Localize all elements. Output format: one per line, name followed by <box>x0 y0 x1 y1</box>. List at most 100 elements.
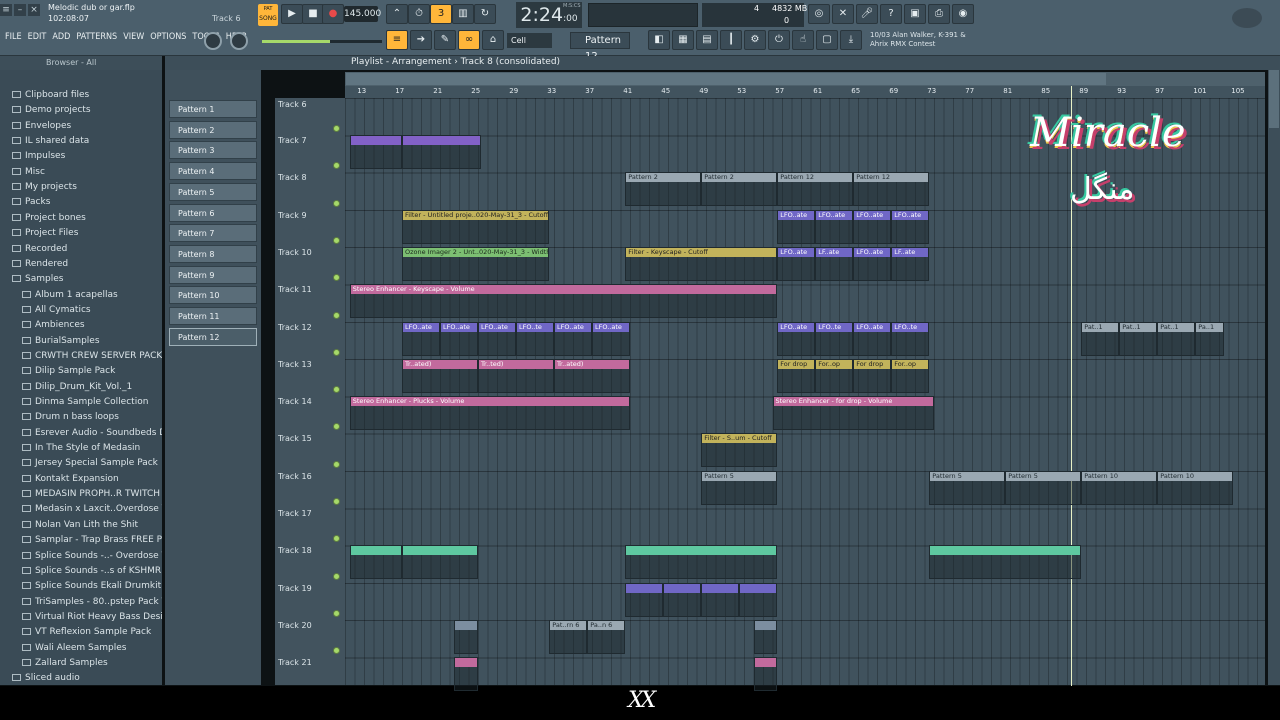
pencil-icon[interactable]: ✎ <box>434 30 456 50</box>
time-ruler[interactable]: 13 17 21 25 29 33 37 41 45 49 53 57 61 65 69 73 77 81 85 89… <box>345 86 1265 98</box>
playlist-clip[interactable]: LFO..te <box>891 321 930 356</box>
playlist-clip[interactable] <box>402 545 478 580</box>
browser-item[interactable]: My projects <box>12 180 77 195</box>
track-name[interactable]: Track 20 <box>278 621 312 630</box>
browser-item[interactable]: IL shared data <box>12 134 89 149</box>
project-icon[interactable]: ▢ <box>816 30 838 50</box>
playlist-clip[interactable]: Pa..n 6 <box>587 619 626 654</box>
playlist-icon[interactable]: ≡ <box>386 30 408 50</box>
track-mute-dot[interactable] <box>333 125 340 132</box>
pattern-item[interactable]: Pattern 9 <box>169 265 257 284</box>
browser-item[interactable]: Album 1 acapellas <box>22 288 118 303</box>
playlist-clip[interactable]: Pat..1 <box>1081 321 1120 356</box>
tempo-display[interactable]: 145.000 <box>344 6 381 22</box>
scrollbar-thumb[interactable] <box>1269 70 1279 128</box>
playlist-clip[interactable]: LFO..te <box>815 321 854 356</box>
browser-item[interactable]: Jersey Special Sample Pack <box>22 456 158 471</box>
playlist-clip[interactable] <box>625 582 664 617</box>
track-name[interactable]: Track 11 <box>278 285 312 294</box>
snap-select[interactable]: Cell <box>507 33 552 48</box>
track-mute-dot[interactable] <box>333 460 340 468</box>
mixer-icon[interactable]: ✕ <box>832 4 854 24</box>
help-icon[interactable]: ? <box>880 4 902 24</box>
overview-highlight[interactable] <box>346 73 1106 85</box>
news-panel[interactable]: 10/03 Alan Walker, K-391 & Ahrix RMX Cont… <box>870 31 978 51</box>
countdown-icon[interactable]: 3 <box>430 4 452 24</box>
playlist-clip[interactable]: For drop <box>777 358 816 393</box>
browser-item[interactable]: Virtual Riot Heavy Bass Design <box>22 610 162 625</box>
menu-edit[interactable]: EDIT <box>28 32 47 42</box>
playlist-clip[interactable]: LFO..ate <box>402 321 440 356</box>
metronome-icon[interactable]: ⌃ <box>386 4 408 24</box>
track-name[interactable]: Track 6 <box>278 100 307 109</box>
track-mute-dot[interactable] <box>333 572 340 580</box>
browser-item[interactable]: Envelopes <box>12 119 71 134</box>
playlist-clip[interactable]: Pat..1 <box>1119 321 1158 356</box>
playlist-clip[interactable] <box>929 545 1082 580</box>
mic-icon[interactable]: 🎤︎ <box>856 4 878 24</box>
browser-item[interactable]: Sliced audio <box>12 671 80 685</box>
playlist-clip[interactable]: LF..ate <box>891 246 930 281</box>
browser-item[interactable]: Zallard Samples <box>22 656 108 671</box>
piano-roll-icon[interactable]: ▤ <box>696 30 718 50</box>
browser-item[interactable]: Samples <box>12 272 63 287</box>
browser-item[interactable]: Splice Sounds -..s of KSHMR Vol.3 <box>22 564 162 579</box>
playlist-clip[interactable] <box>753 657 778 692</box>
track-mute-dot[interactable] <box>333 199 340 207</box>
loop-record-icon[interactable]: ↻ <box>474 4 496 24</box>
pattern-item[interactable]: Pattern 4 <box>169 162 257 181</box>
wait-input-icon[interactable]: ⏱ <box>408 4 430 24</box>
playlist-clip[interactable]: Tr..ted) <box>478 358 554 393</box>
browser-item[interactable]: CRWTH CREW SERVER PACK <box>22 349 162 364</box>
menu-options[interactable]: OPTIONS <box>150 32 186 42</box>
browser-item[interactable]: Misc <box>12 165 45 180</box>
browser-item[interactable]: Packs <box>12 195 50 210</box>
playlist-clip[interactable]: Stereo Enhancer - Keyscape - Volume <box>349 284 778 319</box>
track-name[interactable]: Track 21 <box>278 658 312 667</box>
track-mute-dot[interactable] <box>333 348 340 356</box>
track-name[interactable]: Track 17 <box>278 509 312 518</box>
save-icon[interactable]: ▣ <box>904 4 926 24</box>
playlist-clip[interactable]: Pattern 2 <box>625 172 702 207</box>
playlist-clip[interactable] <box>625 545 778 580</box>
playlist-clip[interactable] <box>454 657 478 692</box>
plugin-icon[interactable]: ⚙ <box>744 30 766 50</box>
playlist-clip[interactable]: Filter - Untitled proje..020-May-31_3 - … <box>402 209 550 244</box>
playlist-clip[interactable]: Pattern 2 <box>701 172 778 207</box>
menu-file[interactable]: FILE <box>5 32 22 42</box>
browser-item[interactable]: Nolan Van Lith the Shit <box>22 518 138 533</box>
pattern-item[interactable]: Pattern 5 <box>169 182 257 201</box>
playlist-clip[interactable]: For drop <box>853 358 892 393</box>
menu-icon[interactable]: ≡ <box>0 4 12 16</box>
playlist-clip[interactable] <box>349 545 402 580</box>
playlist-clip[interactable]: LFO..ate <box>554 321 592 356</box>
channel-rack-icon[interactable]: ▦ <box>672 30 694 50</box>
browser-icon[interactable]: ◧ <box>648 30 670 50</box>
playlist-clip[interactable]: Pattern 10 <box>1081 470 1158 505</box>
browser-item[interactable]: BurialSamples <box>22 334 100 349</box>
browser-item[interactable]: Rendered <box>12 257 68 272</box>
playlist-clip[interactable] <box>454 619 478 654</box>
stop-button[interactable]: ■ <box>302 4 324 24</box>
browser-item[interactable]: Impulses <box>12 149 65 164</box>
browser-item[interactable]: Esrever Audio - Soundbeds Demo <box>22 426 162 441</box>
browser-item[interactable]: Splice Sounds Ekali Drumkit Vol 2 <box>22 579 162 594</box>
stamp-icon[interactable]: ⌂ <box>482 30 504 50</box>
pattern-item[interactable]: Pattern 8 <box>169 244 257 263</box>
browser-item[interactable]: Wali Aleem Samples <box>22 641 127 656</box>
playlist-clip[interactable]: Pat..1 <box>1157 321 1196 356</box>
menu-patterns[interactable]: PATTERNS <box>76 32 117 42</box>
playlist-clip[interactable]: LFO..ate <box>592 321 630 356</box>
browser-item[interactable]: Ambiences <box>22 318 85 333</box>
arrow-icon[interactable]: ➔ <box>410 30 432 50</box>
playlist-clip[interactable]: Tr..ated) <box>554 358 630 393</box>
playlist-clip[interactable] <box>753 619 778 654</box>
playlist-clip[interactable]: LFO..ate <box>777 321 816 356</box>
track-mute-dot[interactable] <box>333 236 340 244</box>
track-mute-dot[interactable] <box>333 609 340 617</box>
pattern-item[interactable]: Pattern 11 <box>169 307 257 325</box>
browser-item[interactable]: Dilip Sample Pack <box>22 364 115 379</box>
record-button[interactable]: ● <box>322 4 344 24</box>
master-pitch-knob[interactable] <box>230 32 248 50</box>
playlist-clip[interactable]: Filter - S..um - Cutoff <box>701 433 778 468</box>
